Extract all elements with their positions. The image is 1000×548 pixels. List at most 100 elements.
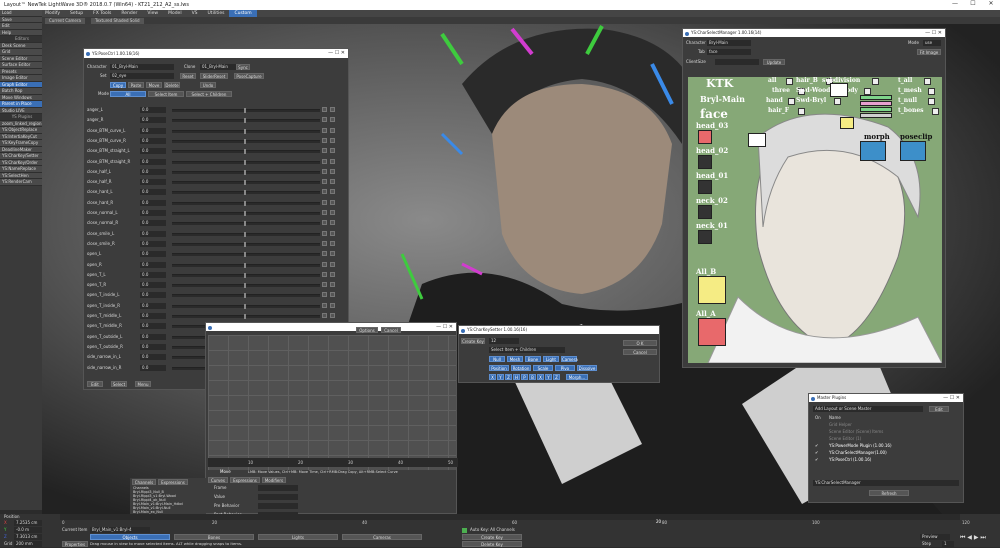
maximize-icon[interactable]: ☐	[964, 0, 982, 10]
playback-icons[interactable]: ⏮ ◀ ▶ ⏭	[960, 534, 986, 542]
menu-custom[interactable]: Custom	[229, 10, 257, 17]
slider-value[interactable]: 0.0	[140, 282, 166, 289]
slider-key-button[interactable]	[322, 302, 327, 308]
close-icon[interactable]: — ☐ ✕	[943, 394, 960, 402]
plugin-button[interactable]: YS:KeyFrameCopy	[0, 140, 42, 147]
slider-reset-button[interactable]	[330, 137, 335, 143]
csm-checkbox[interactable]	[864, 88, 871, 95]
slider-handle[interactable]	[244, 314, 246, 319]
key-channel-button[interactable]: Pivo	[555, 365, 575, 371]
posecapture-button[interactable]: PoseCapture	[234, 73, 264, 79]
graph-prop-field[interactable]	[258, 494, 298, 500]
update-button[interactable]: Update	[763, 59, 785, 65]
slider-value[interactable]: 0.0	[140, 179, 166, 186]
key-axis-button[interactable]: Y	[497, 374, 504, 380]
slider-reset-button[interactable]	[330, 230, 335, 236]
slider-track[interactable]	[172, 108, 320, 113]
slider-handle[interactable]	[244, 169, 246, 175]
close-icon[interactable]: — ☐ ✕	[925, 29, 942, 37]
key-axis-button[interactable]: X	[489, 374, 496, 380]
slider-reset-button[interactable]	[330, 240, 335, 246]
slider-key-button[interactable]	[322, 168, 327, 174]
close-icon[interactable]: — ☐ ✕	[436, 323, 453, 331]
slider-reset-button[interactable]	[330, 148, 335, 154]
slider-value[interactable]: 0.0	[140, 313, 166, 319]
slider-handle[interactable]	[244, 118, 246, 124]
key-channel-button[interactable]: Position	[489, 365, 509, 371]
slider-key-button[interactable]	[322, 189, 327, 195]
slider-handle[interactable]	[244, 221, 246, 227]
slider-reset-button[interactable]	[330, 168, 335, 174]
slider-reset-button[interactable]	[330, 302, 335, 308]
key-axis-button[interactable]: Y	[545, 374, 552, 380]
slider-reset-button[interactable]	[330, 199, 335, 205]
slider-handle[interactable]	[244, 303, 246, 309]
slider-handle[interactable]	[244, 283, 246, 289]
slider-value[interactable]: 0.0	[140, 333, 166, 340]
slider-track[interactable]	[172, 241, 320, 247]
slider-key-button[interactable]	[322, 117, 327, 123]
slider-reset-button[interactable]	[330, 179, 335, 185]
slider-value[interactable]: 0.0	[140, 343, 166, 350]
slider-track[interactable]	[172, 283, 320, 289]
csm-checkbox[interactable]	[788, 98, 795, 105]
slider-key-button[interactable]	[322, 199, 327, 205]
graph-prop-field[interactable]	[258, 485, 298, 491]
key-channel-button[interactable]: Rotation	[511, 365, 531, 371]
shading-dropdown[interactable]: Textured Shaded Solid	[91, 17, 144, 24]
master-item[interactable]: Scene Editor (1)	[829, 436, 861, 442]
csm-checkbox[interactable]	[928, 98, 935, 105]
slider-track[interactable]	[172, 293, 320, 299]
slider-value[interactable]: 0.0	[140, 220, 166, 227]
slider-key-button[interactable]	[322, 271, 327, 277]
slider-handle[interactable]	[244, 159, 246, 165]
camera-dropdown[interactable]: Current Camera	[45, 17, 85, 24]
master-item[interactable]: Scene Editor (Scene) Items	[829, 429, 883, 435]
slider-track[interactable]	[172, 200, 320, 206]
slider-key-button[interactable]	[322, 313, 327, 318]
plugin-button[interactable]: YS:NameReplace	[0, 166, 42, 173]
slider-value[interactable]: 0.0	[140, 292, 166, 299]
slider-handle[interactable]	[244, 272, 246, 278]
slider-key-button[interactable]	[322, 292, 327, 298]
cancel-button[interactable]: Cancel	[623, 349, 657, 355]
slider-key-button[interactable]	[322, 137, 327, 143]
slider-handle[interactable]	[244, 241, 246, 247]
select-children-button[interactable]: Select + Children	[186, 91, 232, 97]
fit-image-button[interactable]: Fit Image	[917, 49, 941, 55]
create-key-button[interactable]: Create Key	[462, 534, 522, 540]
edit-master-button[interactable]: Edit	[929, 406, 949, 412]
slider-track[interactable]	[172, 180, 320, 186]
master-check-icon[interactable]: ✔	[815, 443, 818, 449]
slider-value[interactable]: 0.0	[140, 189, 166, 196]
close-icon[interactable]: — ☐ ✕	[328, 49, 345, 58]
key-axis-button[interactable]: H	[513, 374, 520, 380]
slider-handle[interactable]	[244, 108, 246, 113]
copy-button[interactable]: Copy	[110, 82, 126, 88]
slider-track[interactable]	[172, 221, 320, 227]
slider-handle[interactable]	[244, 200, 246, 206]
pos-x-field[interactable]: 7.2535 cm	[14, 520, 42, 526]
cancel-button[interactable]: Cancel	[381, 327, 401, 333]
paste-button[interactable]: Paste	[128, 82, 144, 88]
csm-checkbox[interactable]	[924, 78, 931, 85]
edit-button[interactable]: Edit	[87, 381, 103, 387]
delete-key-button[interactable]: Delete Key	[462, 541, 522, 547]
head-selector-square[interactable]	[698, 205, 712, 219]
grid-field[interactable]: 200 mm	[14, 541, 42, 547]
step-field[interactable]: 1	[942, 541, 954, 547]
slider-reset-button[interactable]	[330, 158, 335, 164]
head-selector-square[interactable]	[698, 130, 712, 144]
slider-handle[interactable]	[244, 262, 246, 268]
master-item[interactable]: YS:PoseCtrl (1.00.16)	[829, 457, 871, 463]
slider-key-button[interactable]	[322, 127, 327, 133]
pos-z-field[interactable]: 7.3013 cm	[14, 534, 42, 540]
body-swatch[interactable]	[840, 117, 854, 129]
undo-button[interactable]: Undo	[200, 82, 216, 88]
slider-reset-button[interactable]	[330, 107, 335, 112]
slider-key-button[interactable]	[322, 179, 327, 185]
plugin-button[interactable]: YS:ObjectReplace	[0, 127, 42, 134]
reset-button[interactable]: Reset	[180, 73, 196, 79]
menu-utilities[interactable]: Utilities	[203, 10, 230, 17]
slider-handle[interactable]	[244, 211, 246, 216]
